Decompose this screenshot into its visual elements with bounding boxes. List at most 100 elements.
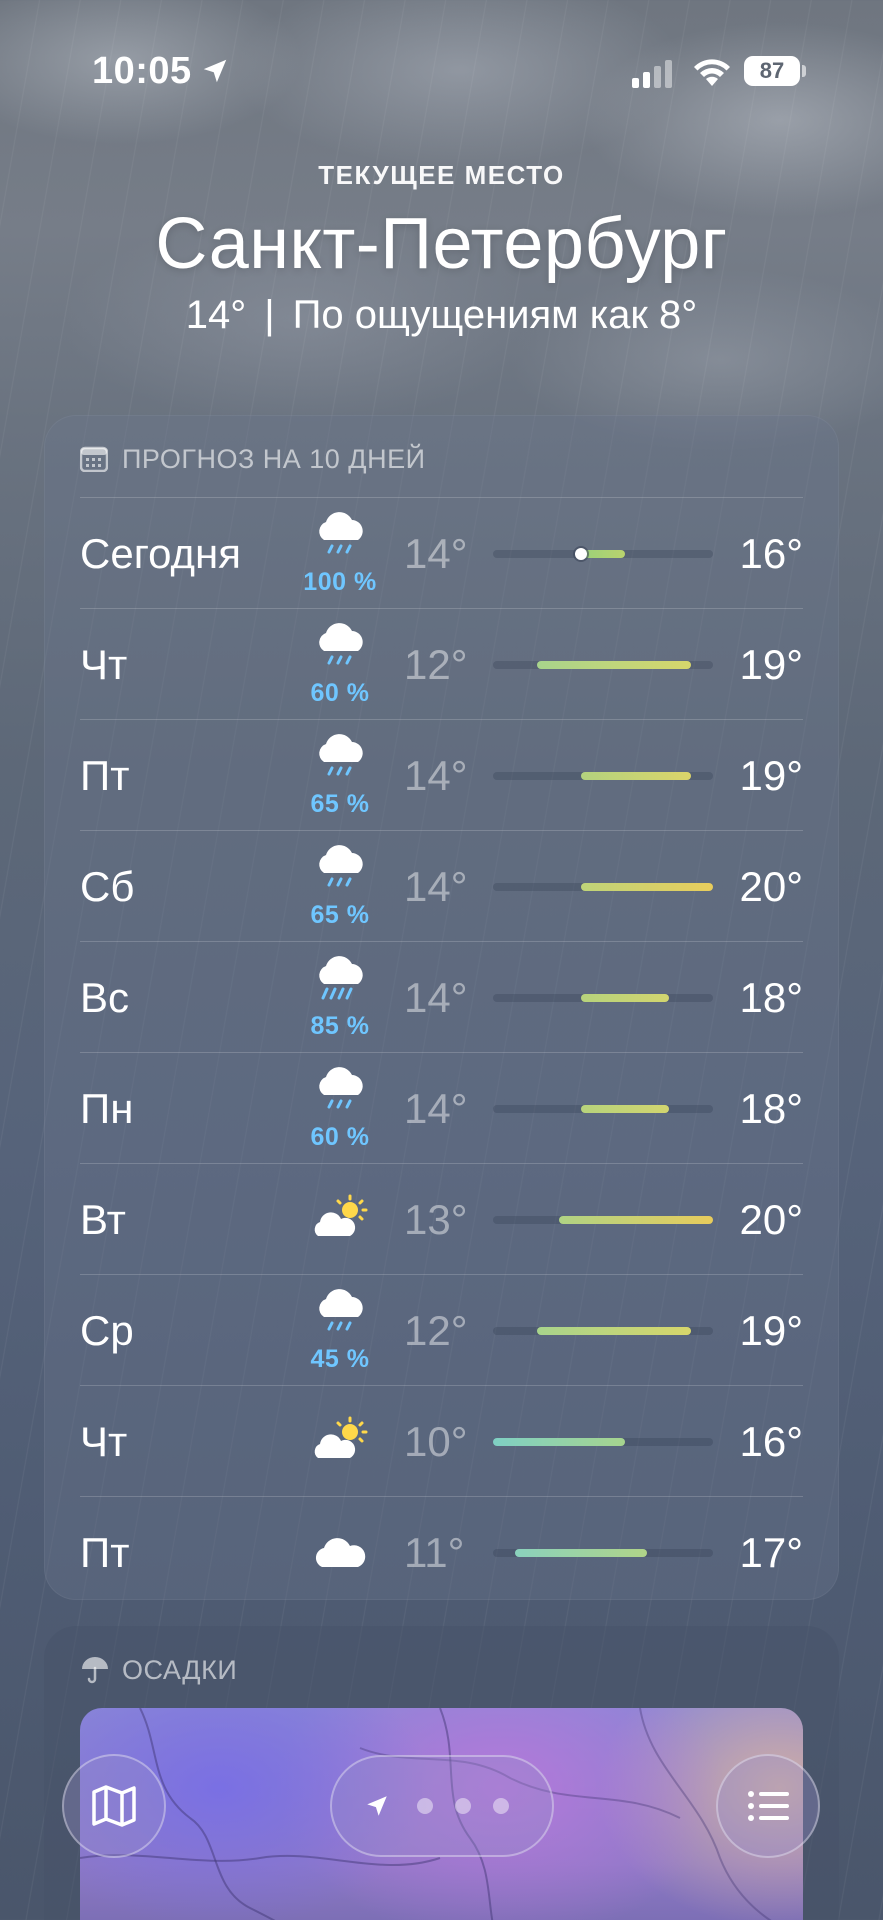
city-name: Санкт-Петербург [155, 204, 728, 284]
feels-like: По ощущениям как 8° [292, 293, 698, 337]
wifi-icon [694, 59, 730, 86]
page-indicator[interactable] [330, 1755, 554, 1857]
forecast-icon-wrap: 85 % [290, 954, 390, 1044]
page-dot[interactable] [417, 1798, 433, 1814]
forecast-icon-wrap [290, 1398, 390, 1488]
temp-range-bar [581, 994, 669, 1002]
location-label: ТЕКУЩЕЕ МЕСТО [318, 160, 565, 190]
forecast-icon-wrap: 100 % [290, 510, 390, 600]
current-temp: 14° [185, 293, 247, 337]
cloud-heavy-rain-icon [310, 956, 370, 1010]
temp-range-bar [581, 883, 713, 891]
forecast-icon-wrap: 45 % [290, 1287, 390, 1377]
calendar-icon [80, 446, 108, 472]
cellular-signal-icon [632, 60, 672, 88]
temp-range-track [493, 1105, 713, 1113]
cloud-rain-icon [310, 1289, 370, 1343]
forecast-day: Сб [80, 863, 135, 910]
forecast-row[interactable]: Пт 11° 17° [80, 1497, 803, 1607]
forecast-rows: Сегодня 100 % 14° 16° Чт 60 % 12° 19° Пт 65 % 14° 1… [80, 498, 803, 1607]
cloud-rain-icon [310, 623, 370, 677]
page-dot[interactable] [493, 1798, 509, 1814]
temp-range-track [493, 883, 713, 891]
max-temp: 16° [739, 1418, 803, 1465]
precip-chance: 100 % [303, 568, 377, 596]
list-icon [748, 1791, 789, 1821]
battery-cap [802, 65, 806, 77]
forecast-row[interactable]: Пн 60 % 14° 18° [80, 1053, 803, 1164]
precip-chance: 60 % [310, 679, 370, 707]
forecast-icon-wrap: 65 % [290, 843, 390, 933]
status-time: 10:05 [92, 50, 192, 92]
forecast-icon-wrap: 60 % [290, 1065, 390, 1155]
ten-day-forecast-card[interactable]: ПРОГНОЗ НА 10 ДНЕЙ Сегодня 100 % 14° 16° Чт 6… [44, 415, 839, 1600]
max-temp: 19° [739, 641, 803, 688]
forecast-row[interactable]: Сегодня 100 % 14° 16° [80, 498, 803, 609]
forecast-row[interactable]: Ср 45 % 12° 19° [80, 1275, 803, 1386]
temp-range-track [493, 548, 713, 560]
min-temp: 14° [404, 863, 468, 910]
forecast-day: Чт [80, 641, 128, 688]
temp-range-track [493, 994, 713, 1002]
temp-range-bar [581, 772, 691, 780]
forecast-row[interactable]: Пт 65 % 14° 19° [80, 720, 803, 831]
precip-chance: 85 % [310, 1012, 370, 1040]
temp-range-bar [515, 1549, 647, 1557]
umbrella-icon [82, 1657, 108, 1684]
forecast-day: Пт [80, 1529, 130, 1576]
min-temp: 10° [404, 1418, 468, 1465]
min-temp: 12° [404, 641, 468, 688]
max-temp: 20° [739, 1196, 803, 1243]
forecast-day: Пт [80, 752, 130, 799]
forecast-icon-wrap [290, 1509, 390, 1599]
current-conditions: 14° | По ощущениям как 8° [0, 293, 883, 338]
max-temp: 18° [739, 974, 803, 1021]
temp-range-bar [493, 1438, 625, 1446]
max-temp: 17° [739, 1529, 803, 1576]
forecast-card-title: ПРОГНОЗ НА 10 ДНЕЙ [122, 443, 426, 474]
forecast-row[interactable]: Чт 10° 16° [80, 1386, 803, 1497]
battery-indicator: 87 [744, 56, 800, 86]
temp-range-track [493, 1438, 713, 1446]
precipitation-card-title: ОСАДКИ [122, 1654, 238, 1685]
max-temp: 16° [739, 530, 803, 577]
temp-range-bar [581, 550, 625, 558]
cloud-rain-icon [310, 1067, 370, 1121]
precip-chance: 65 % [310, 901, 370, 929]
min-temp: 14° [404, 1085, 468, 1132]
temp-range-bar [537, 661, 691, 669]
partly-sunny-icon [310, 1416, 370, 1470]
forecast-row[interactable]: Вс 85 % 14° 18° [80, 942, 803, 1053]
separator: | [264, 293, 275, 337]
precip-chance: 60 % [310, 1123, 370, 1151]
map-icon [92, 1785, 136, 1827]
temp-range-track [493, 1327, 713, 1335]
partly-sunny-icon [310, 1194, 370, 1248]
temp-range-track [493, 772, 713, 780]
forecast-day: Пн [80, 1085, 134, 1132]
min-temp: 14° [404, 752, 468, 799]
precip-chance: 45 % [310, 1345, 370, 1373]
forecast-icon-wrap: 60 % [290, 621, 390, 711]
precip-chance: 65 % [310, 790, 370, 818]
forecast-card-header: ПРОГНОЗ НА 10 ДНЕЙ [80, 439, 426, 479]
temp-range-bar [581, 1105, 669, 1113]
forecast-row[interactable]: Чт 60 % 12° 19° [80, 609, 803, 720]
status-bar: 10:05 87 [0, 0, 883, 140]
page-dot[interactable] [455, 1798, 471, 1814]
cloud-rain-icon [310, 512, 370, 566]
current-temp-dot [575, 548, 587, 560]
min-temp: 14° [404, 530, 468, 577]
temp-range-track [493, 661, 713, 669]
forecast-icon-wrap: 65 % [290, 732, 390, 822]
forecast-row[interactable]: Сб 65 % 14° 20° [80, 831, 803, 942]
temp-range-bar [537, 1327, 691, 1335]
cloud-icon [310, 1538, 370, 1581]
max-temp: 19° [739, 1307, 803, 1354]
forecast-day: Сегодня [80, 530, 241, 577]
map-button[interactable] [62, 1754, 166, 1858]
location-header: ТЕКУЩЕЕ МЕСТО Санкт-Петербург 14° | По ощу… [0, 160, 883, 338]
forecast-row[interactable]: Вт 13° 20° [80, 1164, 803, 1275]
locations-list-button[interactable] [716, 1754, 820, 1858]
forecast-day: Ср [80, 1307, 134, 1354]
